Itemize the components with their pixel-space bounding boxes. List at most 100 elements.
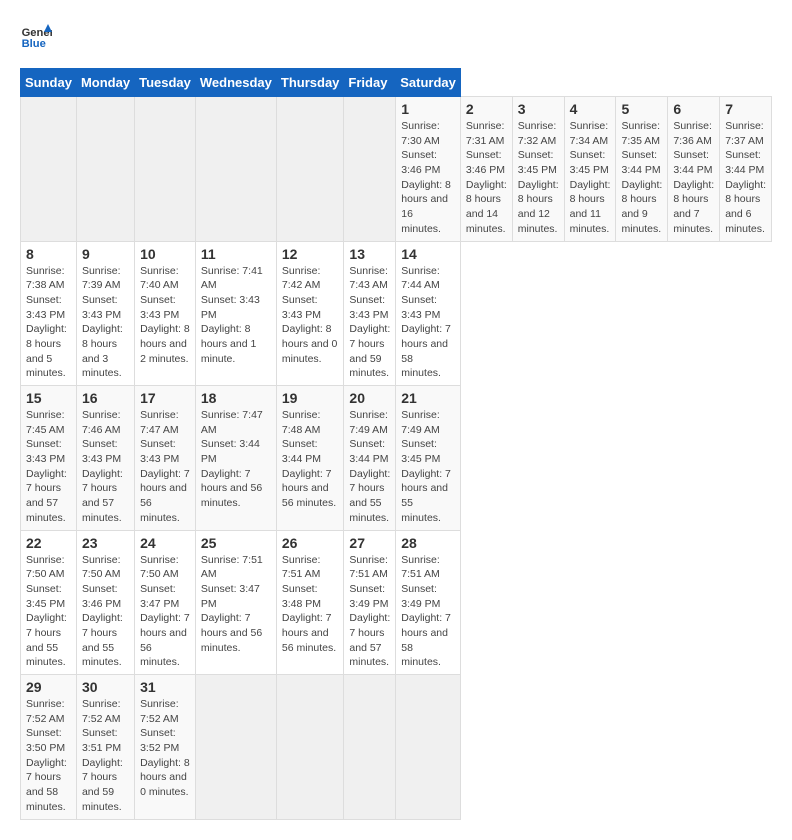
day-number: 24 (140, 535, 190, 551)
day-detail: Sunrise: 7:50 AMSunset: 3:47 PMDaylight:… (140, 553, 190, 671)
calendar-cell: 14 Sunrise: 7:44 AMSunset: 3:43 PMDaylig… (396, 241, 461, 386)
day-detail: Sunrise: 7:48 AMSunset: 3:44 PMDaylight:… (282, 408, 339, 511)
day-number: 22 (26, 535, 71, 551)
calendar-week-1: 1 Sunrise: 7:30 AMSunset: 3:46 PMDayligh… (21, 97, 772, 242)
calendar-table: SundayMondayTuesdayWednesdayThursdayFrid… (20, 68, 772, 820)
calendar-cell: 17 Sunrise: 7:47 AMSunset: 3:43 PMDaylig… (135, 386, 196, 531)
calendar-cell: 27 Sunrise: 7:51 AMSunset: 3:49 PMDaylig… (344, 530, 396, 675)
day-number: 26 (282, 535, 339, 551)
day-detail: Sunrise: 7:51 AMSunset: 3:49 PMDaylight:… (401, 553, 455, 671)
calendar-cell (135, 97, 196, 242)
day-number: 17 (140, 390, 190, 406)
days-of-week-row: SundayMondayTuesdayWednesdayThursdayFrid… (21, 69, 772, 97)
calendar-cell: 31 Sunrise: 7:52 AMSunset: 3:52 PMDaylig… (135, 675, 196, 820)
calendar-cell: 16 Sunrise: 7:46 AMSunset: 3:43 PMDaylig… (76, 386, 134, 531)
calendar-cell: 7 Sunrise: 7:37 AMSunset: 3:44 PMDayligh… (720, 97, 772, 242)
calendar-week-5: 29 Sunrise: 7:52 AMSunset: 3:50 PMDaylig… (21, 675, 772, 820)
calendar-cell: 20 Sunrise: 7:49 AMSunset: 3:44 PMDaylig… (344, 386, 396, 531)
calendar-week-2: 8 Sunrise: 7:38 AMSunset: 3:43 PMDayligh… (21, 241, 772, 386)
day-detail: Sunrise: 7:51 AMSunset: 3:48 PMDaylight:… (282, 553, 339, 656)
day-number: 25 (201, 535, 271, 551)
calendar-cell: 13 Sunrise: 7:43 AMSunset: 3:43 PMDaylig… (344, 241, 396, 386)
day-of-week-tuesday: Tuesday (135, 69, 196, 97)
day-detail: Sunrise: 7:34 AMSunset: 3:45 PMDaylight:… (570, 119, 611, 237)
calendar-cell: 24 Sunrise: 7:50 AMSunset: 3:47 PMDaylig… (135, 530, 196, 675)
day-detail: Sunrise: 7:51 AMSunset: 3:49 PMDaylight:… (349, 553, 390, 671)
calendar-cell: 9 Sunrise: 7:39 AMSunset: 3:43 PMDayligh… (76, 241, 134, 386)
logo-icon: General Blue (20, 20, 52, 52)
day-detail: Sunrise: 7:50 AMSunset: 3:46 PMDaylight:… (82, 553, 129, 671)
day-number: 19 (282, 390, 339, 406)
day-number: 3 (518, 101, 559, 117)
day-number: 1 (401, 101, 455, 117)
day-detail: Sunrise: 7:50 AMSunset: 3:45 PMDaylight:… (26, 553, 71, 671)
day-number: 30 (82, 679, 129, 695)
day-detail: Sunrise: 7:51 AMSunset: 3:47 PMDaylight:… (201, 553, 271, 656)
calendar-cell (276, 97, 344, 242)
day-number: 11 (201, 246, 271, 262)
day-detail: Sunrise: 7:47 AMSunset: 3:44 PMDaylight:… (201, 408, 271, 511)
day-number: 18 (201, 390, 271, 406)
calendar-cell: 21 Sunrise: 7:49 AMSunset: 3:45 PMDaylig… (396, 386, 461, 531)
day-number: 20 (349, 390, 390, 406)
calendar-cell: 22 Sunrise: 7:50 AMSunset: 3:45 PMDaylig… (21, 530, 77, 675)
calendar-cell: 5 Sunrise: 7:35 AMSunset: 3:44 PMDayligh… (616, 97, 668, 242)
calendar-header: SundayMondayTuesdayWednesdayThursdayFrid… (21, 69, 772, 97)
logo: General Blue (20, 20, 56, 52)
calendar-cell: 2 Sunrise: 7:31 AMSunset: 3:46 PMDayligh… (460, 97, 512, 242)
calendar-cell: 6 Sunrise: 7:36 AMSunset: 3:44 PMDayligh… (668, 97, 720, 242)
calendar-cell: 8 Sunrise: 7:38 AMSunset: 3:43 PMDayligh… (21, 241, 77, 386)
day-detail: Sunrise: 7:46 AMSunset: 3:43 PMDaylight:… (82, 408, 129, 526)
calendar-cell (76, 97, 134, 242)
calendar-week-3: 15 Sunrise: 7:45 AMSunset: 3:43 PMDaylig… (21, 386, 772, 531)
calendar-cell (344, 97, 396, 242)
calendar-cell: 15 Sunrise: 7:45 AMSunset: 3:43 PMDaylig… (21, 386, 77, 531)
calendar-cell (195, 675, 276, 820)
day-number: 4 (570, 101, 611, 117)
calendar-cell: 19 Sunrise: 7:48 AMSunset: 3:44 PMDaylig… (276, 386, 344, 531)
day-of-week-saturday: Saturday (396, 69, 461, 97)
day-number: 16 (82, 390, 129, 406)
day-of-week-thursday: Thursday (276, 69, 344, 97)
day-detail: Sunrise: 7:38 AMSunset: 3:43 PMDaylight:… (26, 264, 71, 382)
calendar-cell: 10 Sunrise: 7:40 AMSunset: 3:43 PMDaylig… (135, 241, 196, 386)
day-number: 10 (140, 246, 190, 262)
calendar-cell: 12 Sunrise: 7:42 AMSunset: 3:43 PMDaylig… (276, 241, 344, 386)
day-detail: Sunrise: 7:40 AMSunset: 3:43 PMDaylight:… (140, 264, 190, 367)
day-detail: Sunrise: 7:30 AMSunset: 3:46 PMDaylight:… (401, 119, 455, 237)
calendar-cell: 3 Sunrise: 7:32 AMSunset: 3:45 PMDayligh… (512, 97, 564, 242)
calendar-cell: 23 Sunrise: 7:50 AMSunset: 3:46 PMDaylig… (76, 530, 134, 675)
calendar-cell (195, 97, 276, 242)
day-of-week-monday: Monday (76, 69, 134, 97)
day-detail: Sunrise: 7:43 AMSunset: 3:43 PMDaylight:… (349, 264, 390, 382)
day-number: 21 (401, 390, 455, 406)
day-detail: Sunrise: 7:32 AMSunset: 3:45 PMDaylight:… (518, 119, 559, 237)
day-detail: Sunrise: 7:36 AMSunset: 3:44 PMDaylight:… (673, 119, 714, 237)
day-detail: Sunrise: 7:52 AMSunset: 3:51 PMDaylight:… (82, 697, 129, 815)
day-detail: Sunrise: 7:31 AMSunset: 3:46 PMDaylight:… (466, 119, 507, 237)
calendar-body: 1 Sunrise: 7:30 AMSunset: 3:46 PMDayligh… (21, 97, 772, 820)
day-detail: Sunrise: 7:47 AMSunset: 3:43 PMDaylight:… (140, 408, 190, 526)
calendar-cell: 28 Sunrise: 7:51 AMSunset: 3:49 PMDaylig… (396, 530, 461, 675)
day-of-week-wednesday: Wednesday (195, 69, 276, 97)
day-number: 15 (26, 390, 71, 406)
day-detail: Sunrise: 7:44 AMSunset: 3:43 PMDaylight:… (401, 264, 455, 382)
day-detail: Sunrise: 7:39 AMSunset: 3:43 PMDaylight:… (82, 264, 129, 382)
calendar-cell: 1 Sunrise: 7:30 AMSunset: 3:46 PMDayligh… (396, 97, 461, 242)
calendar-cell (276, 675, 344, 820)
day-detail: Sunrise: 7:52 AMSunset: 3:52 PMDaylight:… (140, 697, 190, 800)
day-number: 29 (26, 679, 71, 695)
day-number: 14 (401, 246, 455, 262)
day-number: 8 (26, 246, 71, 262)
day-number: 2 (466, 101, 507, 117)
day-of-week-sunday: Sunday (21, 69, 77, 97)
day-detail: Sunrise: 7:49 AMSunset: 3:44 PMDaylight:… (349, 408, 390, 526)
day-number: 13 (349, 246, 390, 262)
day-number: 28 (401, 535, 455, 551)
day-detail: Sunrise: 7:42 AMSunset: 3:43 PMDaylight:… (282, 264, 339, 367)
calendar-cell: 25 Sunrise: 7:51 AMSunset: 3:47 PMDaylig… (195, 530, 276, 675)
day-detail: Sunrise: 7:52 AMSunset: 3:50 PMDaylight:… (26, 697, 71, 815)
calendar-cell: 4 Sunrise: 7:34 AMSunset: 3:45 PMDayligh… (564, 97, 616, 242)
day-number: 7 (725, 101, 766, 117)
calendar-cell: 18 Sunrise: 7:47 AMSunset: 3:44 PMDaylig… (195, 386, 276, 531)
